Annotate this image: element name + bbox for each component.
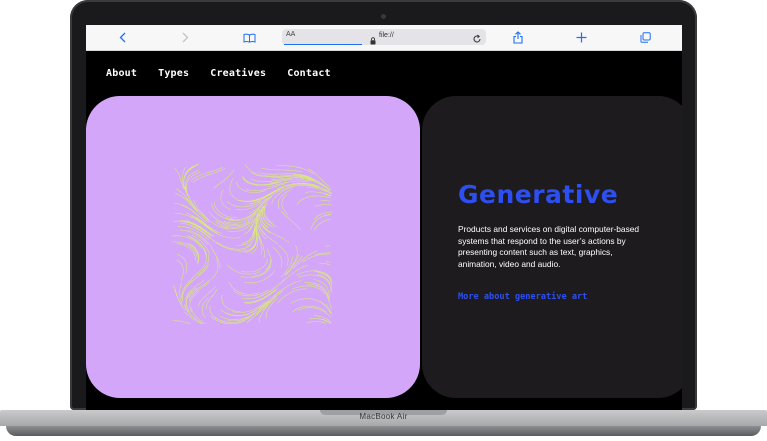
nav-link-contact[interactable]: Contact (287, 68, 331, 79)
art-flow-lines (172, 164, 332, 324)
hero-title: Generative (458, 180, 619, 209)
base-bottom (6, 426, 761, 436)
info-card: Generative Products and services on digi… (422, 96, 682, 398)
more-about-link[interactable]: More about generative art (458, 292, 587, 302)
new-tab-plus-icon[interactable] (571, 25, 591, 50)
back-chevron-icon[interactable] (112, 25, 132, 50)
address-focus-underline (284, 44, 362, 45)
text-size-button[interactable]: AA (286, 31, 295, 38)
nav-link-creatives[interactable]: Creatives (210, 68, 266, 79)
nav-link-types[interactable]: Types (158, 68, 189, 79)
artwork-card (86, 96, 420, 398)
share-icon[interactable] (508, 25, 528, 50)
site-nav: About Types Creatives Contact (106, 68, 352, 79)
camera-dot (381, 14, 386, 19)
bookmarks-book-icon[interactable] (239, 25, 259, 50)
tabs-icon[interactable] (635, 25, 655, 50)
browser-toolbar: AA file:// (86, 25, 682, 51)
nav-link-about[interactable]: About (106, 68, 137, 79)
laptop-base: MacBook Air (0, 410, 767, 436)
device-label: MacBook Air (359, 412, 408, 421)
address-bar[interactable]: AA file:// (282, 29, 486, 45)
lock-icon (370, 32, 376, 50)
hero-description: Products and services on digital compute… (458, 224, 640, 269)
generative-art-image (172, 164, 332, 324)
reload-icon[interactable] (472, 31, 482, 49)
screen: AA file:// About Types Creatives Contact (86, 25, 682, 410)
url-text: file:// (379, 32, 394, 39)
forward-chevron-icon[interactable] (175, 25, 195, 50)
